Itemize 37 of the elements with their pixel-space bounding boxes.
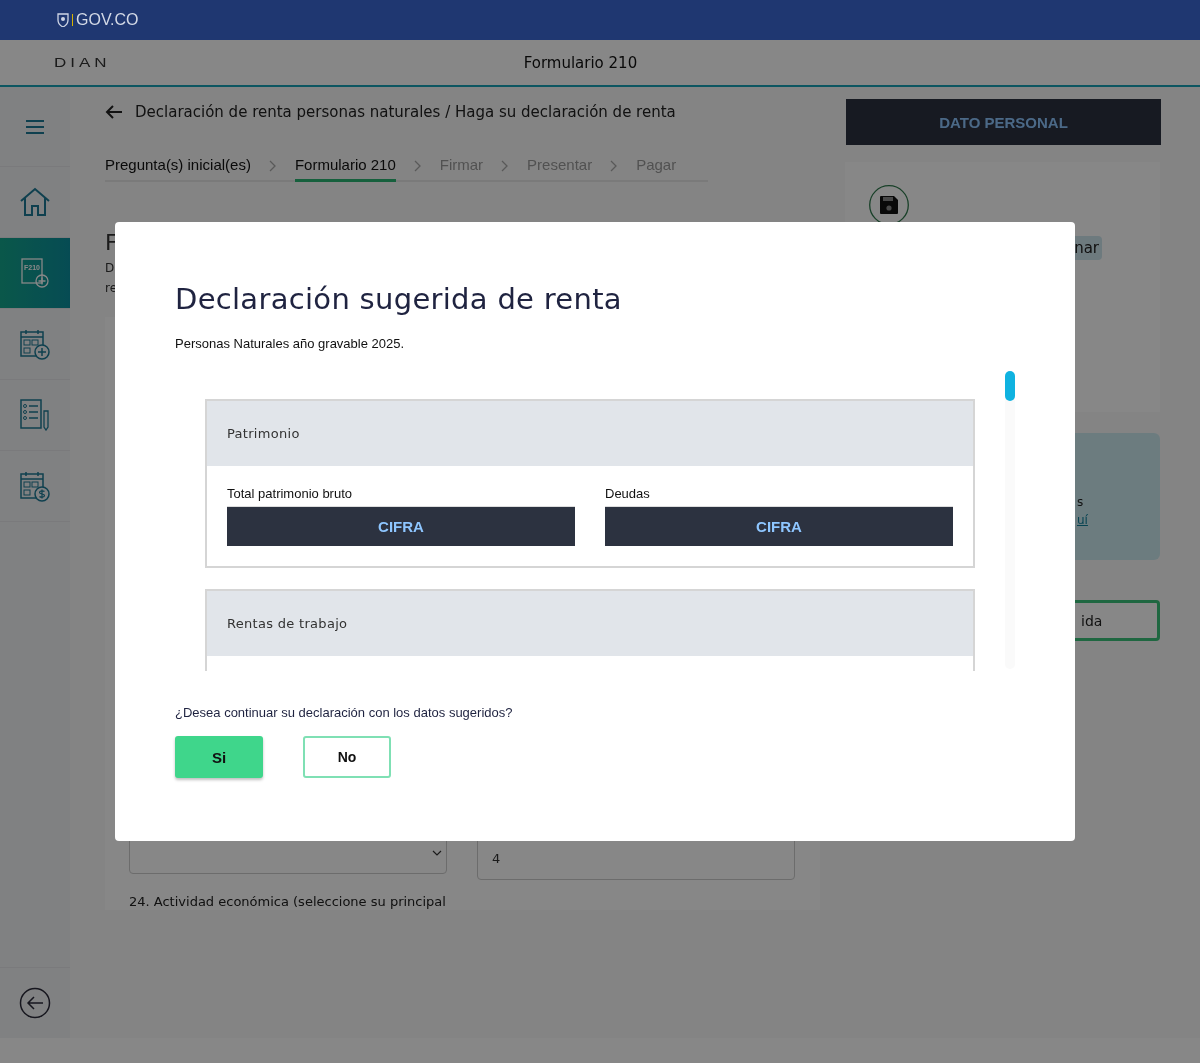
- checklist-icon: [20, 399, 50, 431]
- home-icon: [19, 187, 51, 217]
- dialog-title: Declaración sugerida de renta: [175, 282, 623, 316]
- gov-logo: GOV.CO: [76, 11, 139, 29]
- value-field: CIFRA: [227, 506, 575, 546]
- info-text: s: [1077, 495, 1085, 509]
- no-button[interactable]: No: [303, 736, 391, 778]
- calendar-dollar-icon: [20, 470, 50, 502]
- value-field: CIFRA: [605, 506, 953, 546]
- chevron-down-icon: [432, 850, 442, 856]
- step-tab[interactable]: Pregunta(s) inicial(es): [105, 152, 251, 182]
- back-arrow-icon[interactable]: [105, 104, 123, 120]
- field-label: Total patrimonio bruto: [227, 486, 353, 501]
- field-label: Deudas: [605, 486, 651, 501]
- chevron-icon: [610, 160, 619, 172]
- page-title: Formulario 210: [523, 53, 638, 72]
- section-title: Patrimonio: [227, 426, 300, 441]
- menu-icon: [25, 118, 45, 135]
- personal-data-button[interactable]: DATO PERSONAL: [846, 99, 1161, 145]
- section-title: Rentas de trabajo: [227, 616, 348, 631]
- step-tab[interactable]: Formulario 210: [294, 152, 396, 182]
- breadcrumb: Declaración de renta personas naturales / Haga su declaración de renta: [135, 103, 676, 121]
- back-button[interactable]: [19, 987, 51, 1019]
- scrollbar[interactable]: [1005, 371, 1015, 669]
- chevron-icon: [413, 160, 422, 172]
- yes-button[interactable]: Si: [175, 736, 263, 778]
- chevron-icon: [501, 160, 510, 172]
- field-label: 24. Actividad económica (seleccione su principal: [129, 894, 447, 909]
- chevron-icon: [268, 160, 277, 172]
- form-add-icon: [21, 258, 49, 288]
- question-text: ¿Desea continuar su declaración con los datos sugeridos?: [175, 705, 514, 720]
- info-link[interactable]: uí: [1077, 513, 1088, 527]
- shield-icon: [57, 13, 69, 27]
- dialog-subtitle: Personas Naturales año gravable 2025.: [175, 336, 406, 351]
- calendar-add-icon: [20, 328, 50, 360]
- description-text: D: [105, 261, 116, 275]
- dian-logo: DIAN: [54, 54, 111, 71]
